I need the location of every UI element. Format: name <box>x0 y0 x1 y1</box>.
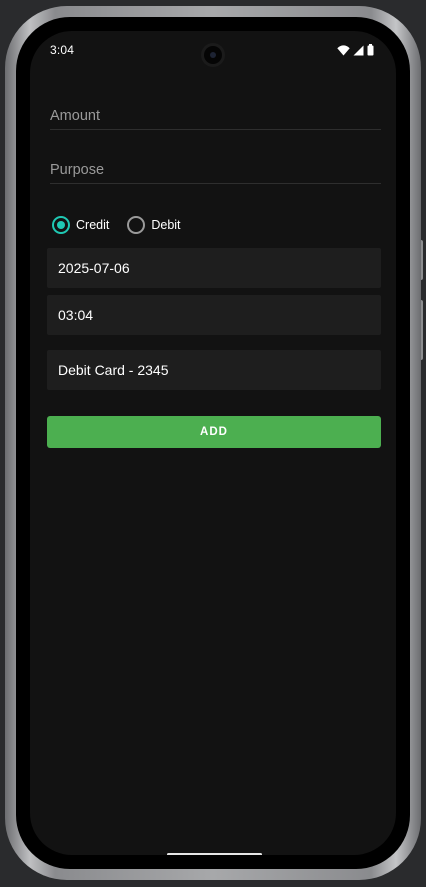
battery-icon <box>367 44 374 56</box>
device-frame: 3:04 Amount Purpose Credit Debit 2025-07… <box>0 0 426 887</box>
home-indicator[interactable] <box>167 853 262 855</box>
purpose-placeholder: Purpose <box>50 162 105 178</box>
app-screen: 3:04 Amount Purpose Credit Debit 2025-07… <box>30 31 396 855</box>
radio-credit[interactable]: Credit <box>52 216 109 234</box>
add-button[interactable]: ADD <box>47 416 381 448</box>
wifi-icon <box>337 44 350 55</box>
radio-credit-indicator <box>52 216 70 234</box>
time-picker-field[interactable]: 03:04 <box>47 295 381 335</box>
amount-field[interactable]: Amount <box>50 108 381 130</box>
amount-underline <box>50 129 381 130</box>
date-picker-field[interactable]: 2025-07-06 <box>47 248 381 288</box>
radio-debit-indicator <box>127 216 146 234</box>
front-camera <box>204 46 222 64</box>
payment-method-dropdown[interactable]: Debit Card - 2345 <box>47 350 381 390</box>
purpose-underline <box>50 183 381 184</box>
phone-bezel: 3:04 Amount Purpose Credit Debit 2025-07… <box>16 17 410 869</box>
radio-credit-label: Credit <box>76 218 110 232</box>
status-bar: 3:04 <box>30 31 396 71</box>
phone-body: 3:04 Amount Purpose Credit Debit 2025-07… <box>5 6 421 880</box>
status-icons <box>337 44 374 56</box>
cellular-signal-icon <box>353 45 364 55</box>
radio-debit[interactable]: Debit <box>127 216 181 234</box>
purpose-field[interactable]: Purpose <box>50 162 381 184</box>
status-time: 3:04 <box>50 43 75 57</box>
transaction-type-radio-group: Credit Debit <box>52 216 199 234</box>
amount-placeholder: Amount <box>50 108 100 124</box>
radio-debit-label: Debit <box>151 218 181 232</box>
